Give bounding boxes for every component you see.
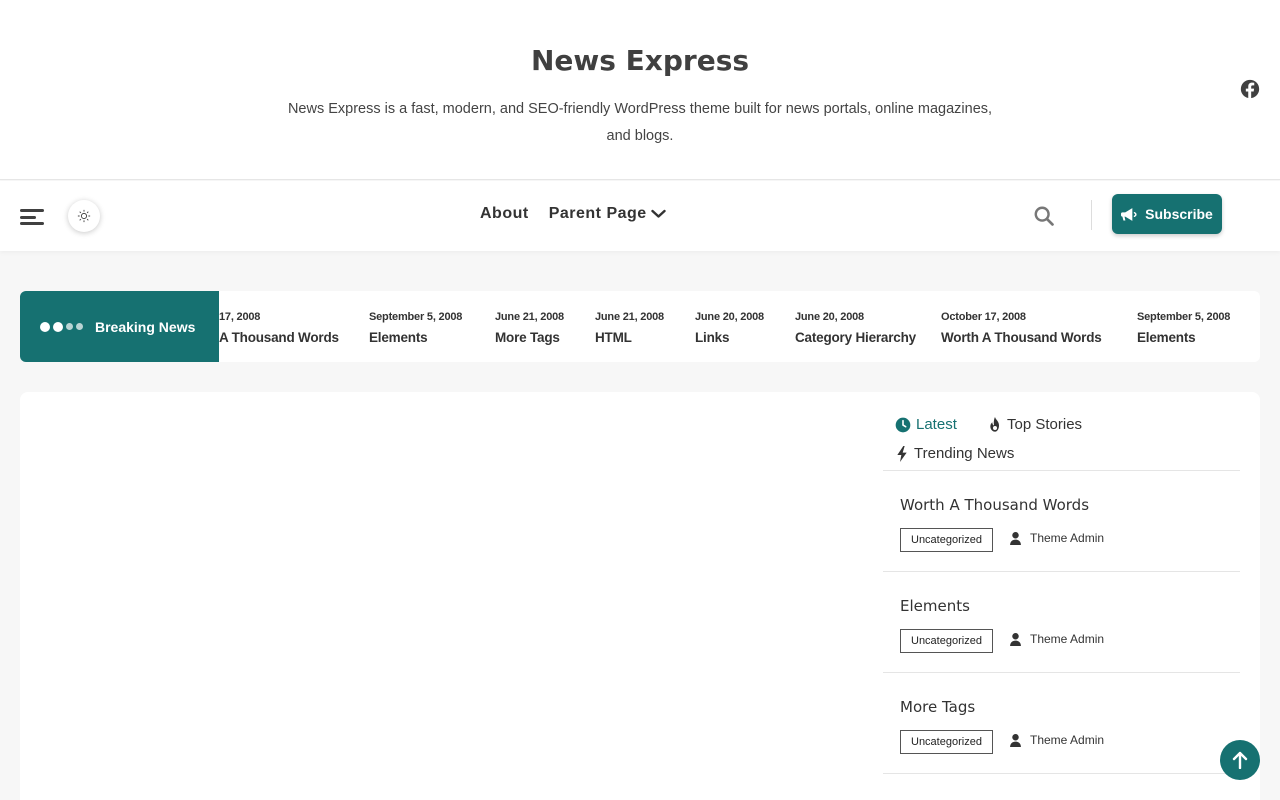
primary-menu: About Parent Page [480,205,686,223]
ticker-date: June 20, 2008 [695,311,764,323]
ticker-title[interactable]: A Thousand Words [219,330,339,345]
chevron-down-icon [650,209,666,218]
tab-label: Latest [916,416,957,433]
category-tag[interactable]: Uncategorized [900,730,993,754]
breaking-news-ticker: Breaking News 17, 2008 A Thousand Words … [20,291,1260,362]
sun-icon [77,209,91,223]
site-header: News Express News Express is a fast, mod… [0,0,1280,180]
ticker-item[interactable]: 17, 2008 A Thousand Words [219,311,339,345]
ticker-date: June 20, 2008 [795,311,864,323]
ticker-item[interactable]: June 21, 2008 HTML [595,311,664,345]
ticker-title[interactable]: HTML [595,330,664,345]
search-icon[interactable] [1033,205,1055,227]
ticker-title[interactable]: Links [695,330,764,345]
ticker-date: June 21, 2008 [495,311,564,323]
ticker-date: September 5, 2008 [369,311,463,323]
post-author[interactable]: Theme Admin [1010,733,1104,747]
pulse-dots-icon [40,321,86,332]
back-to-top-button[interactable] [1220,740,1260,780]
ticker-items: 17, 2008 A Thousand Words September 5, 2… [219,291,1260,362]
main-content-card: Latest Top Stories Trending News Worth A… [20,392,1260,800]
ticker-title[interactable]: Elements [369,330,462,345]
ticker-item[interactable]: June 20, 2008 Links [695,311,764,345]
list-item: More Tags Uncategorized Theme Admin [883,673,1240,774]
menu-item-about[interactable]: About [480,205,529,223]
megaphone-icon [1121,207,1137,221]
ticker-title[interactable]: Elements [1137,330,1230,345]
tab-label: Top Stories [1007,416,1083,433]
main-navigation: About Parent Page Subscribe [0,181,1280,251]
ticker-item[interactable]: September 5, 2008 Elements [369,311,462,345]
author-name: Theme Admin [1030,531,1105,545]
tab-trending-news[interactable]: Trending News [895,445,1014,462]
hamburger-menu-icon[interactable] [20,209,44,225]
subscribe-label: Subscribe [1145,206,1213,222]
menu-item-label: Parent Page [548,205,647,222]
post-title[interactable]: More Tags [900,698,975,717]
subscribe-button[interactable]: Subscribe [1112,194,1222,234]
fire-icon [990,416,999,432]
ticker-item[interactable]: June 20, 2008 Category Hierarchy [795,311,916,345]
ticker-title[interactable]: More Tags [495,330,564,345]
arrow-up-icon [1232,751,1248,769]
site-description: News Express is a fast, modern, and SEO-… [287,101,993,144]
tab-latest[interactable]: Latest [895,416,957,433]
menu-item-label: About [480,205,529,222]
menu-item-parent-page[interactable]: Parent Page [549,205,666,223]
tab-top-stories[interactable]: Top Stories [988,416,1082,433]
user-icon [1010,632,1021,646]
breaking-news-title: Breaking News [95,318,196,335]
ticker-title[interactable]: Worth A Thousand Words [941,330,1102,345]
category-tag[interactable]: Uncategorized [900,629,993,653]
ticker-date: October 17, 2008 [941,311,1026,323]
clock-icon [895,417,911,432]
ticker-date: September 5, 2008 [1137,311,1231,323]
ticker-date: 17, 2008 [219,311,261,323]
site-title[interactable]: News Express [0,44,1280,77]
post-author[interactable]: Theme Admin [1010,531,1104,545]
author-name: Theme Admin [1030,632,1105,646]
nav-divider [1091,200,1092,230]
ticker-item[interactable]: June 21, 2008 More Tags [495,311,564,345]
tab-label: Trending News [914,445,1015,462]
bolt-icon [897,445,907,462]
breaking-news-label: Breaking News [20,291,219,362]
ticker-title[interactable]: Category Hierarchy [795,330,916,345]
author-name: Theme Admin [1030,733,1105,747]
list-item: Elements Uncategorized Theme Admin [883,572,1240,673]
facebook-icon[interactable] [1240,79,1260,99]
user-icon [1010,733,1021,747]
list-item: Worth A Thousand Words Uncategorized The… [883,471,1240,572]
post-author[interactable]: Theme Admin [1010,632,1104,646]
ticker-date: June 21, 2008 [595,311,664,323]
user-icon [1010,531,1021,545]
theme-toggle-button[interactable] [68,200,100,232]
ticker-item[interactable]: October 17, 2008 Worth A Thousand Words [941,311,1102,345]
post-title[interactable]: Elements [900,597,970,616]
post-title[interactable]: Worth A Thousand Words [900,496,1089,515]
ticker-item[interactable]: September 5, 2008 Elements [1137,311,1230,345]
category-tag[interactable]: Uncategorized [900,528,993,552]
